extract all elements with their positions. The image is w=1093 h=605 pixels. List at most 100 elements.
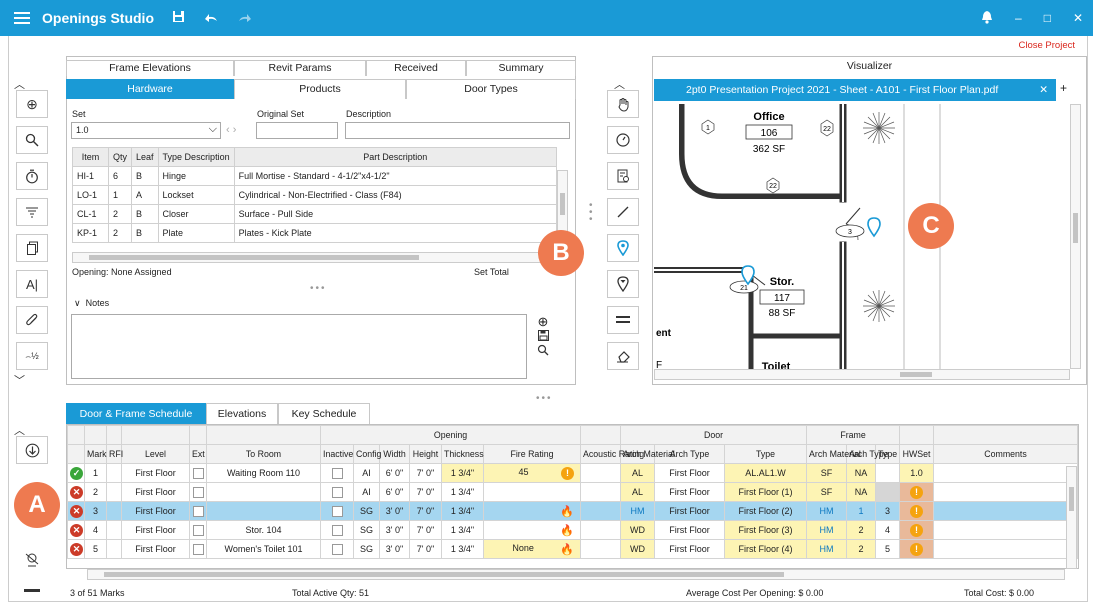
visualizer-vscroll[interactable] bbox=[1070, 104, 1081, 369]
acoustic-cell[interactable] bbox=[580, 539, 622, 559]
config-cell[interactable]: SG bbox=[353, 539, 380, 559]
inactive-checkbox[interactable] bbox=[331, 486, 343, 498]
frame-arch-type-cell[interactable]: NA bbox=[846, 482, 877, 502]
schedule-col-header[interactable]: Width bbox=[379, 444, 410, 464]
to-room-cell[interactable]: Waiting Room 110 bbox=[206, 463, 321, 483]
frame-arch-material-cell[interactable]: SF bbox=[806, 482, 848, 502]
original-set-field[interactable] bbox=[256, 122, 338, 139]
config-cell[interactable]: SG bbox=[353, 520, 380, 540]
hwset-cell[interactable]: 1.0 bbox=[899, 463, 935, 483]
schedule-col-header[interactable]: Arch Material bbox=[620, 444, 675, 464]
hardware-row[interactable]: KP-1 2 B Plate Plates - Kick Plate bbox=[72, 223, 558, 243]
col-item[interactable]: Item bbox=[72, 147, 109, 167]
tab-summary[interactable]: Summary bbox=[466, 60, 576, 76]
notes-textarea[interactable] bbox=[71, 314, 527, 379]
search-note-icon[interactable] bbox=[536, 344, 550, 359]
inactive-checkbox[interactable] bbox=[331, 505, 343, 517]
schedule-row[interactable]: ✕ 3 First Floor SG 3' 0" 7' 0" 1 3/4" 🔥 HM First… bbox=[67, 501, 1078, 521]
hwset-cell[interactable]: ! bbox=[899, 520, 935, 540]
inactive-cell[interactable] bbox=[320, 501, 354, 521]
schedule-row[interactable]: ✓ 1 First Floor Waiting Room 110 AI 6' 0" 7' 0… bbox=[67, 463, 1078, 483]
door-arch-type-cell[interactable]: First Floor bbox=[654, 520, 726, 540]
lines-icon[interactable] bbox=[607, 306, 639, 334]
to-room-cell[interactable]: Stor. 104 bbox=[206, 520, 321, 540]
save-icon[interactable] bbox=[172, 10, 185, 26]
prev-next-arrows[interactable]: ‹ › bbox=[226, 124, 236, 136]
to-room-cell[interactable] bbox=[206, 501, 321, 521]
height-cell[interactable]: 7' 0" bbox=[409, 501, 442, 521]
tab-elevations[interactable]: Elevations bbox=[206, 403, 278, 424]
menu-icon[interactable] bbox=[14, 12, 30, 24]
attach-icon[interactable] bbox=[16, 306, 48, 334]
pan-hand-icon[interactable] bbox=[607, 90, 639, 118]
mark-cell[interactable]: 5 bbox=[84, 539, 107, 559]
thickness-cell[interactable]: 1 3/4" bbox=[441, 520, 484, 540]
comments-cell[interactable] bbox=[933, 520, 1078, 540]
schedule-row[interactable]: ✕ 4 First Floor Stor. 104 SG 3' 0" 7' 0" 1 3/4"… bbox=[67, 520, 1078, 540]
close-icon[interactable]: ✕ bbox=[1073, 11, 1083, 25]
schedule-col-header[interactable]: Level bbox=[121, 444, 190, 464]
to-room-cell[interactable]: Women's Toilet 101 bbox=[206, 539, 321, 559]
frame-arch-material-cell[interactable]: SF bbox=[806, 463, 848, 483]
level-cell[interactable]: First Floor bbox=[121, 482, 190, 502]
comments-cell[interactable] bbox=[933, 501, 1078, 521]
config-cell[interactable]: AI bbox=[353, 463, 380, 483]
mark-cell[interactable]: 3 bbox=[84, 501, 107, 521]
schedule-col-header[interactable]: Arch Material bbox=[806, 444, 861, 464]
thickness-cell[interactable]: 1 3/4" bbox=[441, 482, 484, 502]
ext-cell[interactable] bbox=[189, 501, 207, 521]
comments-cell[interactable] bbox=[933, 539, 1078, 559]
schedule-col-header[interactable]: Fire Rating bbox=[482, 444, 582, 464]
mark-cell[interactable]: 1 bbox=[84, 463, 107, 483]
mark-cell[interactable]: 4 bbox=[84, 520, 107, 540]
tab-door-frame-schedule[interactable]: Door & Frame Schedule bbox=[66, 403, 206, 424]
comments-cell[interactable] bbox=[933, 463, 1078, 483]
door-type-cell[interactable]: First Floor (4) bbox=[724, 539, 808, 559]
inactive-cell[interactable] bbox=[320, 539, 354, 559]
fire-rating-cell[interactable]: 🔥 bbox=[482, 501, 582, 521]
tab-received[interactable]: Received bbox=[366, 60, 466, 76]
schedule-col-header[interactable]: Type bbox=[875, 444, 901, 464]
status-cell[interactable]: ✕ bbox=[67, 501, 85, 521]
filter-pin-icon[interactable] bbox=[607, 270, 639, 298]
door-type-cell[interactable]: First Floor (1) bbox=[724, 482, 808, 502]
door-type-cell[interactable]: First Floor (2) bbox=[724, 501, 808, 521]
schedule-col-header[interactable]: Config bbox=[353, 444, 381, 464]
thickness-cell[interactable]: 1 3/4" bbox=[441, 463, 484, 483]
schedule-hscroll[interactable] bbox=[87, 569, 1065, 580]
col-leaf[interactable]: Leaf bbox=[131, 147, 159, 167]
splitter-dots-horizontal[interactable]: ••• bbox=[536, 393, 553, 404]
description-field[interactable] bbox=[345, 122, 570, 139]
ext-checkbox[interactable] bbox=[192, 505, 204, 517]
height-cell[interactable]: 7' 0" bbox=[409, 520, 442, 540]
ext-cell[interactable] bbox=[189, 539, 207, 559]
schedule-col-header[interactable]: Acoustic Rating bbox=[580, 444, 644, 464]
width-cell[interactable]: 3' 0" bbox=[379, 539, 410, 559]
comments-cell[interactable] bbox=[933, 482, 1078, 502]
eraser-icon[interactable] bbox=[607, 342, 639, 370]
ext-cell[interactable] bbox=[189, 520, 207, 540]
fire-rating-cell[interactable]: 45 ! bbox=[482, 463, 582, 483]
height-cell[interactable]: 7' 0" bbox=[409, 539, 442, 559]
frame-arch-type-cell[interactable]: 2 bbox=[846, 520, 877, 540]
schedule-row[interactable]: ✕ 5 First Floor Women's Toilet 101 SG 3' 0" 7'… bbox=[67, 539, 1078, 559]
map-pin-icon[interactable] bbox=[607, 234, 639, 262]
filter-icon[interactable] bbox=[16, 198, 48, 226]
door-tag-3[interactable]: 3 bbox=[835, 224, 865, 238]
rfi-cell[interactable] bbox=[106, 463, 122, 483]
frame-arch-material-cell[interactable]: HM bbox=[806, 539, 848, 559]
hardware-row[interactable]: CL-1 2 B Closer Surface - Pull Side bbox=[72, 204, 558, 224]
tab-frame-elevations[interactable]: Frame Elevations bbox=[66, 60, 234, 76]
height-cell[interactable]: 7' 0" bbox=[409, 482, 442, 502]
visualizer-file-tab[interactable]: 2pt0 Presentation Project 2021 - Sheet -… bbox=[654, 79, 1056, 101]
inactive-checkbox[interactable] bbox=[331, 543, 343, 555]
ext-cell[interactable] bbox=[189, 482, 207, 502]
document-search-icon[interactable] bbox=[607, 162, 639, 190]
status-cell[interactable]: ✕ bbox=[67, 539, 85, 559]
door-type-cell[interactable]: AL.AL1.W bbox=[724, 463, 808, 483]
schedule-col-header[interactable]: Ext bbox=[189, 444, 207, 464]
door-tag-21[interactable]: 21 bbox=[729, 280, 759, 294]
hwset-cell[interactable]: ! bbox=[899, 501, 935, 521]
save-note-icon[interactable] bbox=[536, 329, 550, 344]
frame-arch-material-cell[interactable]: HM bbox=[806, 520, 848, 540]
